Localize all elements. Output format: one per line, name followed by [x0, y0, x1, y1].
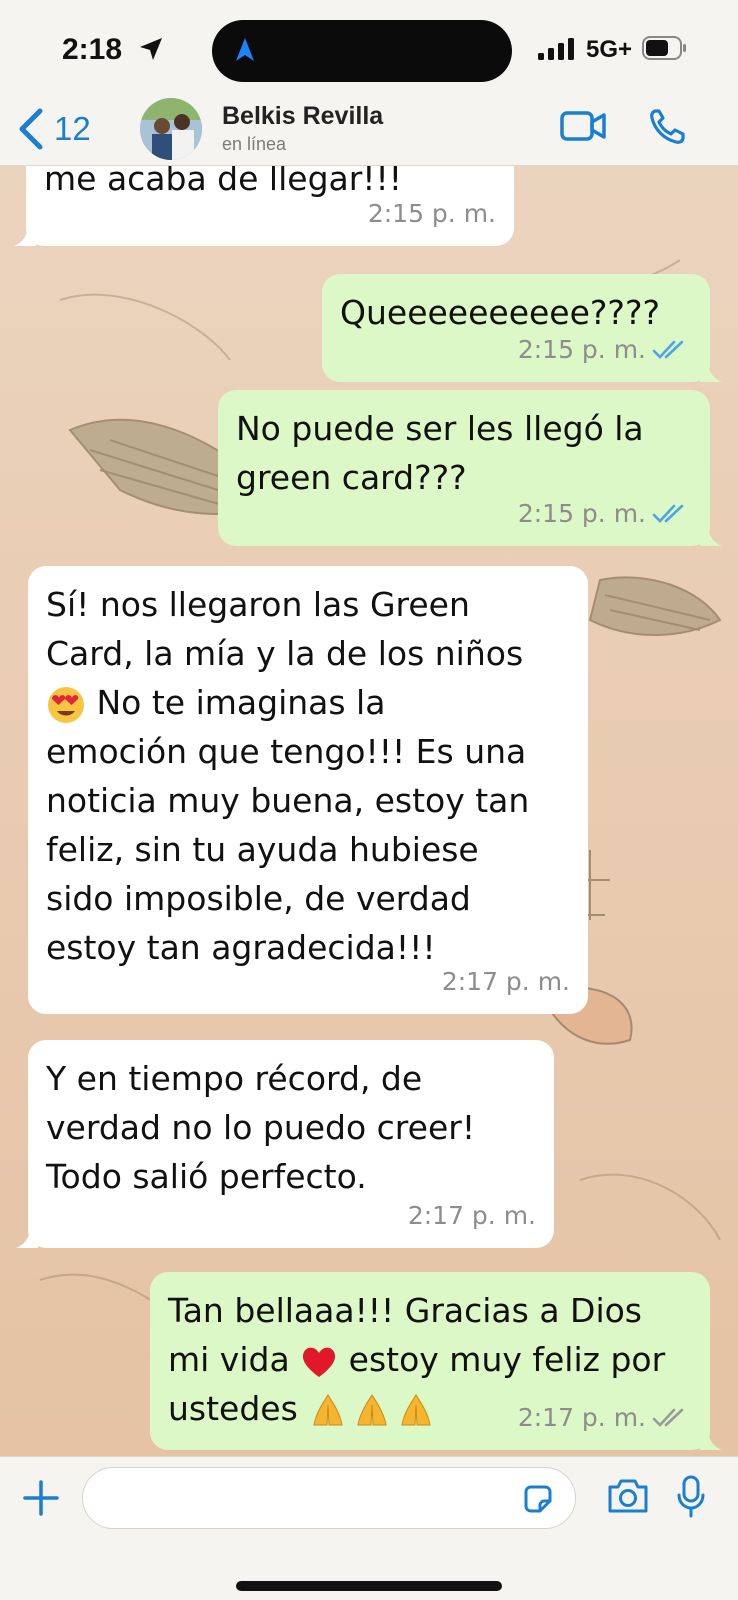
message-meta: 2:15 p. m. — [368, 189, 496, 238]
read-receipt-icon — [652, 340, 684, 359]
heart-eyes-emoji-icon — [48, 686, 84, 723]
message-meta: 2:15 p. m. — [518, 489, 692, 538]
network-type: 5G+ — [586, 36, 633, 63]
message-text-part: Sí! nos llegaron las Green Card, la mía … — [46, 585, 524, 673]
unread-count: 12 — [54, 110, 91, 147]
message-text-part: estoy muy feliz por — [338, 1340, 666, 1379]
status-time: 2:18 — [62, 33, 123, 66]
message-list[interactable]: me acaba de llegar!!! 2:15 p. m. Queeeee… — [0, 166, 738, 1456]
message-text: Y en tiempo récord, de verdad no lo pued… — [46, 1059, 476, 1196]
message-incoming[interactable]: Sí! nos llegaron las Green Card, la mía … — [28, 566, 588, 1014]
message-meta: 2:17 p. m. — [408, 1191, 536, 1240]
back-button[interactable]: 12 — [18, 104, 91, 154]
message-outgoing[interactable]: No puede ser les llegó la green card??? … — [218, 390, 722, 546]
message-time: 2:15 p. m. — [367, 199, 496, 228]
contact-name[interactable]: Belkis Revilla — [222, 102, 383, 131]
contact-status: en línea — [222, 134, 287, 154]
delivered-receipt-icon — [652, 1408, 684, 1427]
microphone-icon[interactable] — [676, 1475, 706, 1519]
contact-avatar[interactable] — [140, 98, 202, 160]
message-incoming[interactable]: Y en tiempo récord, de verdad no lo pued… — [16, 1040, 554, 1248]
message-time: 2:17 p. m. — [407, 1201, 536, 1230]
message-meta: 2:17 p. m. — [442, 957, 570, 1006]
video-call-icon[interactable] — [560, 110, 606, 142]
navigation-arrow-icon — [236, 38, 254, 61]
message-incoming[interactable]: me acaba de llegar!!! 2:15 p. m. — [14, 166, 514, 246]
message-time: 2:15 p. m. — [517, 499, 646, 528]
message-text: No puede ser les llegó la green card??? — [236, 409, 644, 497]
message-outgoing[interactable]: Queeeeeeeeee???? 2:15 p. m. — [322, 274, 722, 382]
message-time: 2:15 p. m. — [517, 335, 646, 364]
bubble-tail — [700, 360, 722, 382]
chevron-left-icon — [19, 108, 43, 150]
camera-icon[interactable] — [606, 1477, 650, 1515]
dynamic-island — [212, 20, 512, 82]
avatar-photo — [140, 98, 202, 160]
home-indicator[interactable] — [236, 1581, 502, 1591]
bubble-tail — [14, 224, 36, 246]
bubble-tail — [700, 524, 722, 546]
message-meta: 2:15 p. m. — [518, 325, 692, 374]
read-receipt-icon — [652, 504, 684, 523]
bubble-tail — [700, 1428, 722, 1450]
message-meta: 2:17 p. m. — [518, 1393, 692, 1442]
folded-hands-emoji-icon — [313, 1393, 431, 1425]
chat-header: 12 Belkis Revilla en línea — [0, 96, 738, 166]
location-arrow-icon — [140, 38, 162, 60]
red-heart-emoji-icon — [303, 1347, 336, 1377]
message-text-part: No te imaginas la emoción que tengo!!! E… — [46, 683, 530, 967]
battery-icon — [642, 36, 686, 60]
signal-strength-icon — [538, 38, 574, 60]
message-time: 2:17 p. m. — [517, 1403, 646, 1432]
bubble-tail — [16, 1226, 38, 1248]
message-text: Sí! nos llegaron las Green Card, la mía … — [46, 580, 570, 972]
message-text-part: mi vida — [168, 1340, 301, 1379]
message-text-part: ustedes — [168, 1389, 309, 1428]
message-time: 2:17 p. m. — [441, 967, 570, 996]
message-input[interactable] — [82, 1467, 576, 1529]
sticker-icon[interactable] — [522, 1483, 554, 1515]
status-bar: 2:18 5G+ — [0, 0, 738, 96]
message-text-part: Tan bellaaa!!! Gracias a Dios — [168, 1291, 643, 1330]
phone-call-icon[interactable] — [648, 108, 686, 146]
composer-bar — [0, 1456, 738, 1600]
plus-icon[interactable] — [22, 1479, 60, 1517]
message-outgoing[interactable]: Tan bellaaa!!! Gracias a Dios mi vida es… — [150, 1272, 722, 1450]
